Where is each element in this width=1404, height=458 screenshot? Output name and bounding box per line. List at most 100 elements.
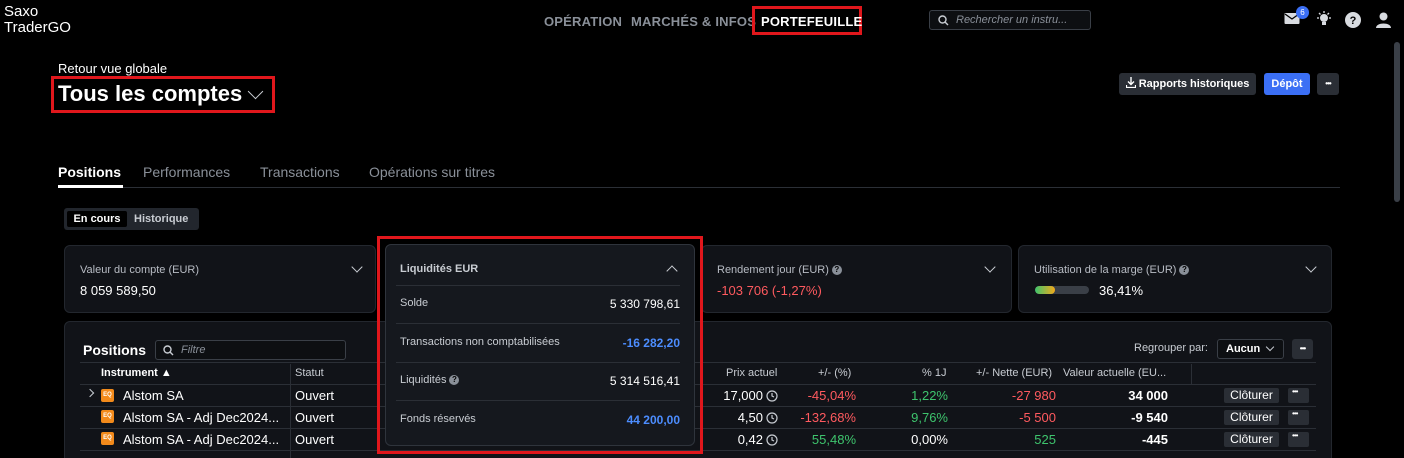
group-by-value: Aucun bbox=[1226, 343, 1261, 355]
popover-divider bbox=[396, 323, 680, 324]
popover-divider bbox=[396, 362, 680, 363]
row-value: 34 000 bbox=[1128, 388, 1168, 403]
lightbulb-icon bbox=[1317, 11, 1331, 25]
toggle-current[interactable]: En cours bbox=[67, 211, 127, 227]
col-divider bbox=[1191, 364, 1192, 384]
help-icon: ? bbox=[1345, 12, 1361, 28]
col-instrument[interactable]: Instrument ▲ bbox=[101, 367, 172, 379]
row-instrument[interactable]: Alstom SA - Adj Dec2024... bbox=[123, 432, 279, 447]
close-position-button[interactable]: Clôturer bbox=[1224, 388, 1279, 403]
account-value-card[interactable]: Valeur du compte (EUR) 8 059 589,50 bbox=[64, 245, 376, 313]
row-status: Ouvert bbox=[295, 388, 335, 403]
chevron-down-icon bbox=[1265, 342, 1275, 352]
app-logo[interactable]: Saxo TraderGO bbox=[4, 4, 71, 36]
liquidity-row-value: 5 314 516,41 bbox=[609, 374, 680, 388]
nav-operation[interactable]: OPÉRATION bbox=[544, 14, 622, 29]
row-pct: -45,04% bbox=[807, 388, 856, 403]
tab-transactions[interactable]: Transactions bbox=[260, 164, 340, 180]
equity-icon: EQ bbox=[101, 432, 114, 445]
scrollbar-thumb[interactable] bbox=[1394, 42, 1400, 202]
row-pct-1j: 9,76% bbox=[911, 410, 948, 425]
nav-portfolio[interactable]: PORTEFEUILLE bbox=[761, 14, 862, 29]
tabs-divider bbox=[58, 187, 1340, 188]
deposit-button[interactable]: Dépôt bbox=[1264, 73, 1310, 95]
equity-icon: EQ bbox=[101, 410, 114, 423]
col-value[interactable]: Valeur actuelle (EU... bbox=[1063, 367, 1166, 379]
filter-placeholder: Filtre bbox=[181, 344, 206, 356]
row-net: 525 bbox=[1034, 432, 1056, 447]
status-toggle: En cours Historique bbox=[64, 208, 199, 230]
download-icon bbox=[1125, 77, 1136, 89]
help-button[interactable]: ? bbox=[1345, 12, 1361, 33]
tab-performances[interactable]: Performances bbox=[143, 164, 230, 180]
search-placeholder: Rechercher un instru... bbox=[956, 14, 1068, 26]
daily-return-label: Rendement jour (EUR)? bbox=[717, 264, 842, 276]
col-price[interactable]: Prix actuel bbox=[726, 367, 777, 379]
liquidity-card[interactable]: Liquidités EUR Solde 5 330 798,61 Transa… bbox=[385, 244, 695, 446]
user-button[interactable] bbox=[1376, 12, 1391, 33]
close-position-button[interactable]: Clôturer bbox=[1224, 410, 1279, 425]
liquidity-row-label: Transactions non comptabilisées bbox=[400, 336, 560, 348]
nav-markets[interactable]: MARCHÉS & INFOS bbox=[631, 14, 756, 29]
liquidity-row-label: Fonds réservés bbox=[400, 413, 476, 425]
toggle-history[interactable]: Historique bbox=[134, 211, 188, 227]
liquidity-row-value[interactable]: 44 200,00 bbox=[627, 413, 680, 427]
row-more-button[interactable] bbox=[1288, 387, 1309, 403]
row-instrument[interactable]: Alstom SA bbox=[123, 388, 184, 403]
close-position-button[interactable]: Clôturer bbox=[1224, 432, 1279, 447]
logo-line-1: Saxo bbox=[4, 3, 39, 20]
row-instrument[interactable]: Alstom SA - Adj Dec2024... bbox=[123, 410, 279, 425]
liquidity-row: Transactions non comptabilisées -16 282,… bbox=[400, 336, 680, 350]
help-icon[interactable]: ? bbox=[1179, 265, 1190, 276]
row-more-button[interactable] bbox=[1288, 431, 1309, 447]
search-icon bbox=[163, 345, 174, 356]
row-pct-1j: 0,00% bbox=[911, 432, 948, 447]
liquidity-row: Solde 5 330 798,61 bbox=[400, 297, 680, 311]
tab-securities-operations[interactable]: Opérations sur titres bbox=[369, 164, 495, 180]
help-icon[interactable]: ? bbox=[449, 375, 460, 386]
filter-input[interactable]: Filtre bbox=[155, 340, 346, 360]
reports-button[interactable]: Rapports historiques bbox=[1119, 73, 1256, 95]
tab-positions[interactable]: Positions bbox=[58, 164, 121, 180]
help-icon[interactable]: ? bbox=[831, 265, 842, 276]
chevron-down-icon[interactable] bbox=[984, 261, 996, 273]
account-value: 8 059 589,50 bbox=[80, 283, 156, 298]
col-pct-1j[interactable]: % 1J bbox=[922, 367, 946, 379]
row-pct-1j: 1,22% bbox=[911, 388, 948, 403]
positions-title: Positions bbox=[83, 342, 147, 358]
table-options-button[interactable]: ••• bbox=[1292, 339, 1313, 359]
svg-text:?: ? bbox=[1350, 15, 1357, 27]
margin-bar bbox=[1035, 286, 1089, 294]
chevron-down-icon[interactable] bbox=[1305, 261, 1317, 273]
margin-card[interactable]: Utilisation de la marge (EUR)? 36,41% bbox=[1018, 245, 1332, 313]
col-pct[interactable]: +/- (%) bbox=[818, 367, 851, 379]
equity-icon: EQ bbox=[101, 389, 114, 402]
search-input[interactable]: Rechercher un instru... bbox=[929, 10, 1091, 30]
logo-line-2: TraderGO bbox=[4, 19, 71, 36]
tab-active-indicator bbox=[58, 185, 123, 188]
daily-return-card[interactable]: Rendement jour (EUR)? -103 706 (-1,27%) bbox=[701, 245, 1012, 313]
margin-label: Utilisation de la marge (EUR)? bbox=[1034, 264, 1190, 276]
group-by-select[interactable]: Aucun bbox=[1217, 339, 1284, 359]
back-link[interactable]: Retour vue globale bbox=[58, 61, 167, 76]
chevron-down-icon[interactable] bbox=[351, 261, 363, 273]
liquidity-row-label: Solde bbox=[400, 297, 429, 309]
mail-button[interactable]: 6 bbox=[1284, 6, 1309, 30]
col-net[interactable]: +/- Nette (EUR) bbox=[976, 367, 1052, 379]
col-divider bbox=[290, 364, 291, 458]
clock-icon bbox=[766, 434, 778, 446]
lightbulb-button[interactable] bbox=[1316, 11, 1332, 32]
search-icon bbox=[938, 15, 949, 26]
chevron-up-icon[interactable] bbox=[666, 265, 678, 277]
row-more-button[interactable] bbox=[1288, 409, 1309, 425]
row-net: -5 500 bbox=[1019, 410, 1056, 425]
user-icon bbox=[1376, 12, 1391, 28]
more-options-button[interactable]: ••• bbox=[1317, 73, 1339, 95]
liquidity-row: Liquidités? 5 314 516,41 bbox=[400, 374, 680, 388]
account-selector[interactable]: Tous les comptes bbox=[58, 81, 242, 107]
liquidity-row-value: 5 330 798,61 bbox=[609, 297, 680, 311]
margin-bar-fill bbox=[1035, 286, 1055, 294]
liquidity-row-value[interactable]: -16 282,20 bbox=[623, 336, 680, 350]
margin-value: 36,41% bbox=[1099, 283, 1144, 298]
col-status[interactable]: Statut bbox=[295, 367, 324, 379]
